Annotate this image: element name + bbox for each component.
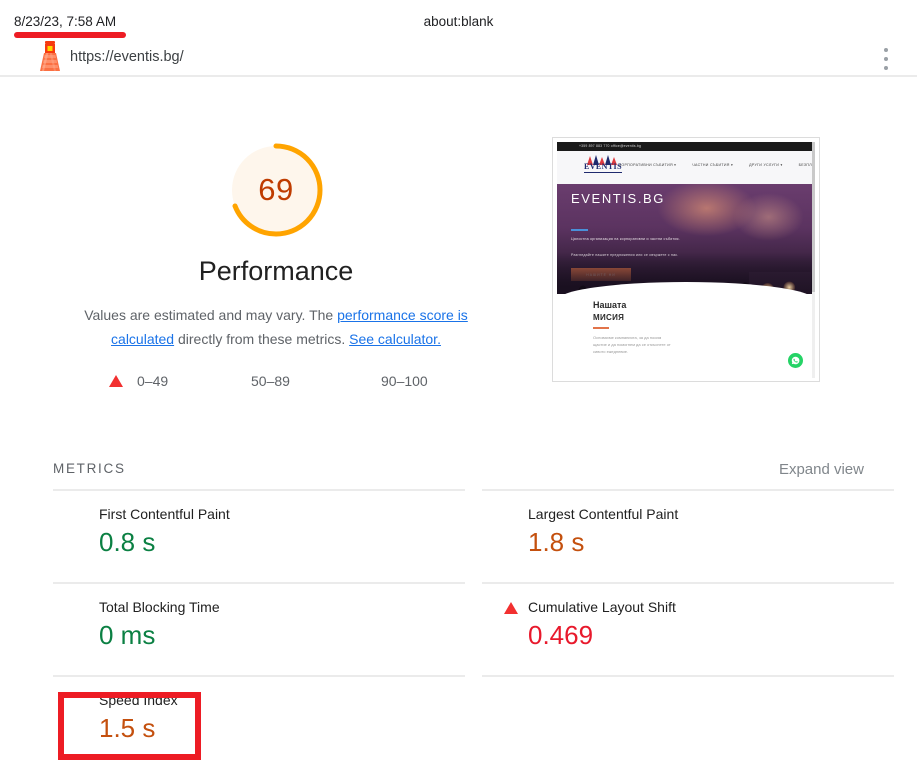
thumb-menu-item-0: КОРПОРАТИВНИ СЪБИТИЯ ▾ [619, 163, 677, 167]
thumb-contact-text: +359 897 883 770 office@eventis.bg [579, 144, 642, 148]
metric-value: 0.469 [528, 620, 594, 650]
triangle-red-icon [504, 602, 518, 614]
metric-name: Cumulative Layout Shift [528, 599, 676, 615]
thumb-hero: EVENTIS.BG Цялостна организация на корпо… [557, 184, 815, 294]
metrics-column-left: First Contentful Paint 0.8 s Total Block… [53, 489, 465, 768]
whatsapp-icon [788, 353, 803, 368]
legend-item-pass: 90–100 [381, 373, 428, 389]
performance-gauge-block: 69 Performance Values are estimated and … [56, 118, 496, 395]
thumb-logo-text: EVENTIS [584, 162, 622, 173]
thumb-menu-item-2: ДРУГИ УСЛУГИ ▾ [749, 163, 783, 167]
print-header: 8/23/23, 7:58 AM about:blank [0, 0, 917, 38]
legend-item-average: 50–89 [251, 373, 290, 389]
legend-range-0: 0–49 [137, 373, 169, 389]
metric-name: First Contentful Paint [99, 506, 230, 522]
thumb-mission-section: Нашата МИСИЯ Основахме компанията, за да… [557, 294, 815, 378]
metrics-section: METRICS Expand view First Contentful Pai… [0, 455, 917, 743]
see-calculator-link[interactable]: See calculator. [349, 331, 441, 347]
score-section: 69 Performance Values are estimated and … [0, 118, 917, 408]
thumb-menu-item-1: ЧАСТНИ СЪБИТИЯ ▾ [692, 163, 734, 167]
expand-view-toggle[interactable]: Expand view [779, 461, 864, 478]
thumb-nav: EVENTIS КОРПОРАТИВНИ СЪБИТИЯ ▾ ЧАСТНИ СЪБ… [557, 151, 815, 184]
metric-value: 1.5 s [99, 713, 156, 743]
metric-first-contentful-paint[interactable]: First Contentful Paint 0.8 s [53, 489, 465, 582]
thumb-mission-title-2: МИСИЯ [593, 313, 625, 322]
score-legend: 0–49 50–89 90–100 [81, 373, 471, 395]
score-value: 69 [258, 172, 294, 207]
thumb-hero-rule [571, 229, 588, 231]
thumb-mission-rule [593, 327, 609, 329]
page-screenshot-thumbnail: +359 897 883 770 office@eventis.bg EVENT… [552, 137, 820, 382]
thumb-mission-body: Основахме компанията, за да носим щастие… [593, 335, 671, 354]
thumb-mission-title-1: Нашата [593, 300, 627, 310]
metrics-header: METRICS Expand view [53, 455, 864, 489]
thumb-hero-line1: Цялостна организация на корпоративни и ч… [571, 237, 680, 241]
thumb-hero-title: EVENTIS.BG [571, 191, 666, 206]
metric-value: 1.8 s [528, 527, 585, 557]
metric-largest-contentful-paint[interactable]: Largest Contentful Paint 1.8 s [482, 489, 894, 582]
kebab-menu-icon[interactable] [884, 48, 889, 70]
metric-name: Largest Contentful Paint [528, 506, 679, 522]
legend-item-fail: 0–49 [109, 373, 168, 389]
page-title: Performance [198, 256, 354, 286]
metric-name: Speed Index [99, 692, 178, 708]
legend-range-1: 50–89 [251, 373, 290, 389]
thumb-scrollbar [812, 142, 815, 378]
metric-total-blocking-time[interactable]: Total Blocking Time 0 ms [53, 582, 465, 675]
metric-name: Total Blocking Time [99, 599, 220, 615]
metric-value: 0.8 s [99, 527, 156, 557]
metric-speed-index[interactable]: Speed Index 1.5 s [53, 675, 465, 768]
thumb-contact-bar: +359 897 883 770 office@eventis.bg [557, 142, 815, 151]
metric-value: 0 ms [99, 620, 156, 650]
legend-range-2: 90–100 [381, 373, 428, 389]
print-page-url: about:blank [423, 14, 494, 29]
thumbnail-content: +359 897 883 770 office@eventis.bg EVENT… [557, 142, 815, 378]
score-gauge: 69 [226, 140, 326, 240]
lighthouse-topbar: https://eventis.bg/ [0, 38, 917, 77]
report-url[interactable]: https://eventis.bg/ [70, 49, 184, 65]
triangle-red-icon [109, 375, 123, 387]
score-desc-part2: directly from these metrics. [174, 331, 350, 347]
thumb-menu: КОРПОРАТИВНИ СЪБИТИЯ ▾ ЧАСТНИ СЪБИТИЯ ▾ ДР… [619, 163, 815, 167]
score-description: Values are estimated and may vary. The p… [81, 303, 471, 351]
metric-empty-slot [482, 675, 894, 768]
metric-cumulative-layout-shift[interactable]: Cumulative Layout Shift 0.469 [482, 582, 894, 675]
metrics-column-right: Largest Contentful Paint 1.8 s Cumulativ… [482, 489, 894, 768]
metrics-label: METRICS [53, 461, 126, 476]
score-desc-part1: Values are estimated and may vary. The [84, 307, 338, 323]
lighthouse-icon [34, 39, 66, 75]
